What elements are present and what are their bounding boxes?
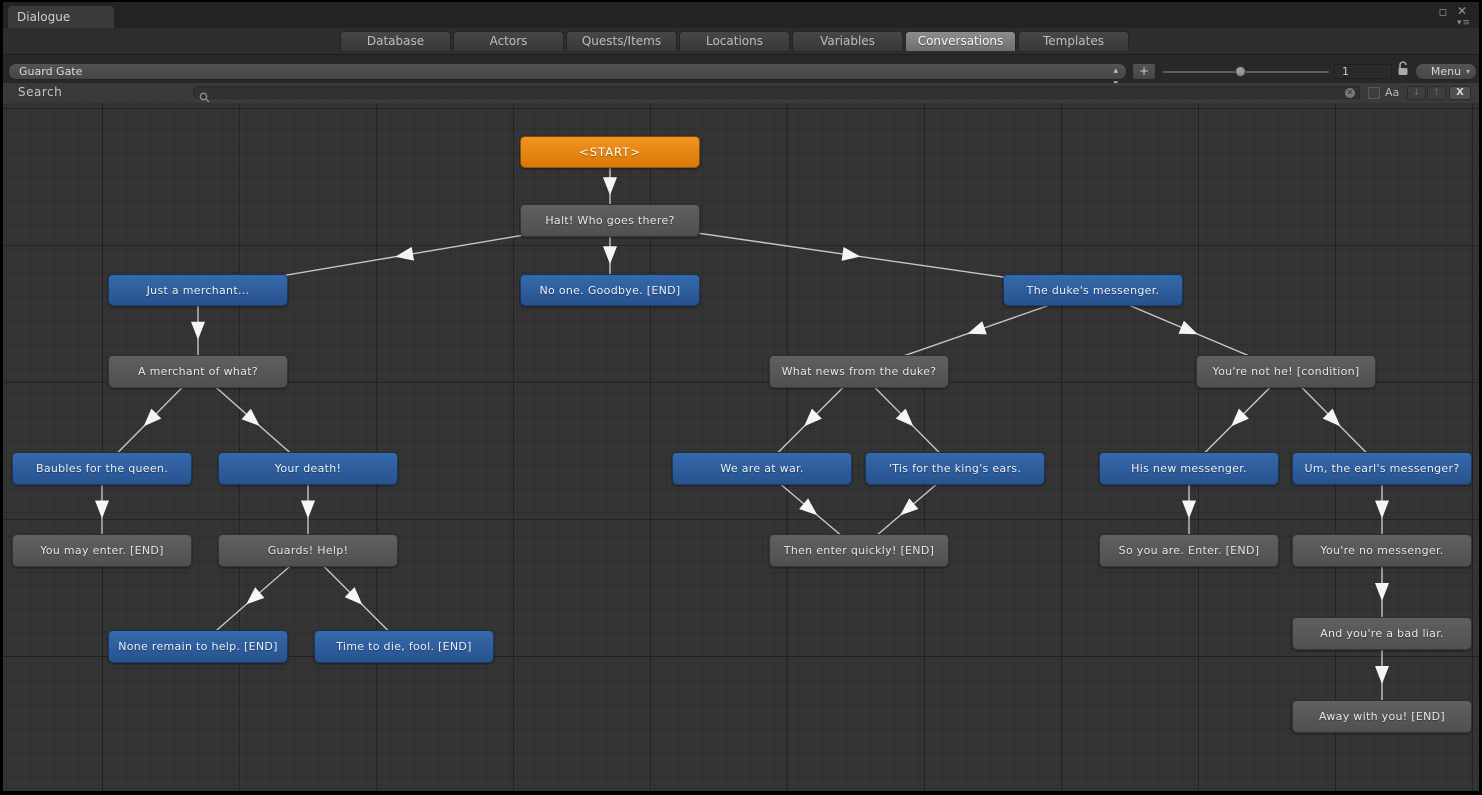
dialogue-node-atwar[interactable]: We are at war. [672, 452, 852, 485]
edge-arrow-icon [1375, 583, 1389, 601]
menu-button-label: Menu [1431, 65, 1461, 78]
dialogue-node-nomess[interactable]: You're no messenger. [1292, 534, 1472, 567]
maximize-icon[interactable]: ◻ [1439, 6, 1447, 20]
dialogue-node-tis[interactable]: 'Tis for the king's ears. [865, 452, 1045, 485]
edge-arrow-icon [191, 322, 205, 340]
search-input[interactable]: ✕ [193, 86, 1360, 99]
conversation-dropdown-value: Guard Gate [19, 65, 82, 78]
close-icon[interactable]: ✕ [1457, 4, 1467, 18]
edge-arrow-icon [603, 246, 617, 264]
dialogue-node-badliar[interactable]: And you're a bad liar. [1292, 617, 1472, 650]
dialogue-node-whatnews[interactable]: What news from the duke? [769, 355, 949, 388]
edge-arrow-icon [1375, 501, 1389, 519]
dialogue-node-hisnew[interactable]: His new messenger. [1099, 452, 1279, 485]
match-case-checkbox[interactable] [1368, 87, 1380, 99]
conversation-bar: Guard Gate ▴▾ + 1 Menu ▾ [3, 55, 1479, 83]
dialogue-node-timetodie[interactable]: Time to die, fool. [END] [314, 630, 494, 663]
tab-conversations[interactable]: Conversations [905, 31, 1016, 51]
dialogue-node-noneremain[interactable]: None remain to help. [END] [108, 630, 288, 663]
edge-arrow-icon [603, 177, 617, 195]
find-prev-button[interactable]: ↑ [1427, 86, 1446, 100]
dialogue-node-nothe[interactable]: You're not he! [condition] [1196, 355, 1376, 388]
search-close-button[interactable]: X [1449, 86, 1471, 100]
dialogue-editor-window: Dialogue ◻ ✕ ▾≡ DatabaseActorsQuests/Ite… [3, 2, 1479, 791]
tab-quests-items[interactable]: Quests/Items [566, 31, 677, 51]
dialogue-node-earls[interactable]: Um, the earl's messenger? [1292, 452, 1472, 485]
zoom-value-field[interactable]: 1 [1334, 64, 1392, 79]
tab-locations[interactable]: Locations [679, 31, 790, 51]
edge-arrow-icon [965, 321, 987, 340]
tab-variables[interactable]: Variables [792, 31, 903, 51]
zoom-slider[interactable] [1163, 63, 1329, 80]
tab-context-menu-icon[interactable]: ▾≡ [1457, 18, 1471, 28]
edge-arrow-icon [1182, 501, 1196, 519]
find-next-button[interactable]: ↓ [1407, 86, 1426, 100]
tab-database[interactable]: Database [340, 31, 451, 51]
tab-actors[interactable]: Actors [453, 31, 564, 51]
edge-arrow-icon [394, 247, 414, 264]
search-clear-icon[interactable]: ✕ [1345, 88, 1355, 98]
conversation-dropdown[interactable]: Guard Gate ▴▾ [8, 63, 1127, 80]
edge-layer [3, 103, 1479, 791]
edge-arrow-icon [1178, 321, 1200, 341]
dialogue-node-start[interactable]: <START> [520, 136, 700, 168]
dialogue-node-quickly[interactable]: Then enter quickly! [END] [769, 534, 949, 567]
edge-arrow-icon [1375, 666, 1389, 684]
section-tab-strip: DatabaseActorsQuests/ItemsLocationsVaria… [340, 31, 1131, 51]
zoom-slider-thumb[interactable] [1235, 66, 1246, 77]
edge-arrow-icon [799, 498, 822, 520]
edge-arrow-icon [842, 247, 862, 263]
dialogue-node-guards[interactable]: Guards! Help! [218, 534, 398, 567]
dialogue-node-duke[interactable]: The duke's messenger. [1003, 274, 1183, 306]
dialogue-node-death[interactable]: Your death! [218, 452, 398, 485]
dialogue-node-baubles[interactable]: Baubles for the queen. [12, 452, 192, 485]
search-bar: Search ✕ Aa ↓ ↑ X [3, 83, 1479, 104]
dialogue-node-merchant[interactable]: Just a merchant... [108, 274, 288, 306]
dialogue-node-halt[interactable]: Halt! Who goes there? [520, 204, 700, 237]
search-label: Search [18, 85, 62, 99]
dialogue-node-away[interactable]: Away with you! [END] [1292, 700, 1472, 733]
menu-button[interactable]: Menu ▾ [1415, 63, 1477, 80]
zoom-slider-track [1163, 71, 1329, 73]
add-conversation-button[interactable]: + [1132, 63, 1156, 80]
dialogue-graph-canvas[interactable]: <START> Halt! Who goes there? Just a merch… [3, 103, 1479, 791]
edge-arrow-icon [95, 501, 109, 519]
menu-caret-icon: ▾ [1466, 64, 1470, 79]
dialogue-node-soyouare[interactable]: So you are. Enter. [END] [1099, 534, 1279, 567]
dialogue-node-whatmerchant[interactable]: A merchant of what? [108, 355, 288, 388]
lock-icon[interactable] [1397, 61, 1409, 76]
edge-arrow-icon [301, 501, 315, 519]
edge-arrow-icon [896, 498, 919, 520]
tab-templates[interactable]: Templates [1018, 31, 1129, 51]
match-case-label: Aa [1385, 86, 1399, 99]
section-toolbar: DatabaseActorsQuests/ItemsLocationsVaria… [3, 28, 1479, 55]
title-bar: Dialogue ◻ ✕ ▾≡ [3, 2, 1479, 28]
window-tab-dialogue[interactable]: Dialogue [8, 6, 114, 28]
dialogue-node-noone[interactable]: No one. Goodbye. [END] [520, 274, 700, 306]
dialogue-node-mayenter[interactable]: You may enter. [END] [12, 534, 192, 567]
